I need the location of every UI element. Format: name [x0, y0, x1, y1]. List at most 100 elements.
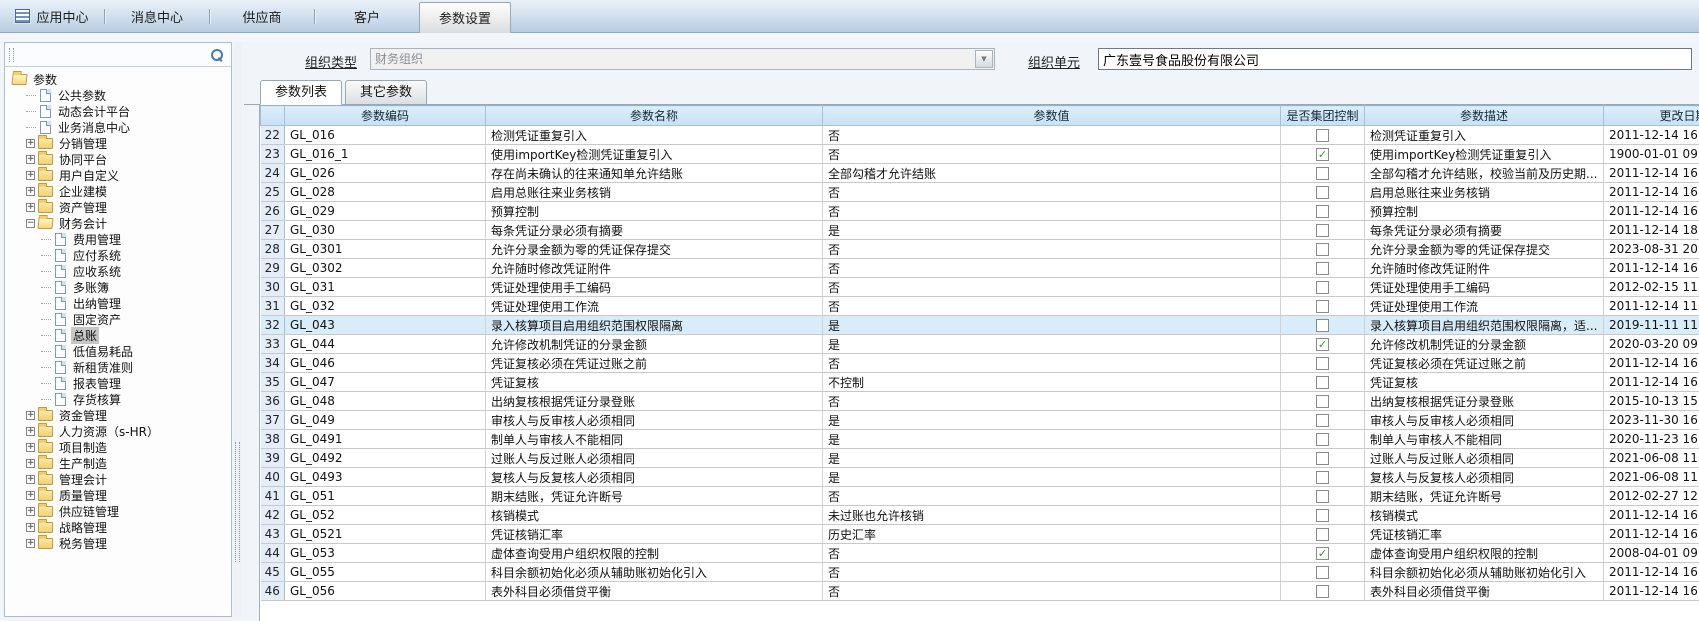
table-row[interactable]: 22GL_016检测凭证重复引入否检测凭证重复引入2011-12-14 16:3… [261, 126, 1699, 145]
tree-item-费用管理[interactable]: 费用管理 [5, 231, 231, 247]
expand-plus-icon[interactable]: + [26, 427, 35, 436]
tree-item-多账簿[interactable]: 多账簿 [5, 279, 231, 295]
table-row[interactable]: 28GL_0301允许分录金额为零的凭证保存提交否允许分录金额为零的凭证保存提交… [261, 240, 1699, 259]
tree-item-协同平台[interactable]: +协同平台 [5, 151, 231, 167]
expand-plus-icon[interactable]: + [26, 203, 35, 212]
checkbox-unchecked-icon[interactable] [1316, 281, 1329, 294]
top-tab-供应商[interactable]: 供应商 [210, 0, 314, 33]
tree-item-业务消息中心[interactable]: 业务消息中心 [5, 119, 231, 135]
table-row[interactable]: 27GL_030每条凭证分录必须有摘要是每条凭证分录必须有摘要2011-12-1… [261, 221, 1699, 240]
checkbox-unchecked-icon[interactable] [1316, 395, 1329, 408]
table-row[interactable]: 38GL_0491制单人与审核人不能相同是制单人与审核人不能相同2020-11-… [261, 430, 1699, 449]
table-row[interactable]: 45GL_055科目余额初始化必须从辅助账初始化引入否科目余额初始化必须从辅助账… [261, 563, 1699, 582]
tab-参数列表[interactable]: 参数列表 [260, 80, 342, 105]
table-row[interactable]: 26GL_029预算控制否预算控制2011-12-14 16:30 [261, 202, 1699, 221]
checkbox-unchecked-icon[interactable] [1316, 433, 1329, 446]
tree-item-税务管理[interactable]: +税务管理 [5, 535, 231, 551]
top-tab-消息中心[interactable]: 消息中心 [105, 0, 209, 33]
checkbox-unchecked-icon[interactable] [1316, 357, 1329, 370]
checkbox-unchecked-icon[interactable] [1316, 167, 1329, 180]
tree-item-资产管理[interactable]: +资产管理 [5, 199, 231, 215]
table-row[interactable]: 30GL_031凭证处理使用手工编码否凭证处理使用手工编码2012-02-15 … [261, 278, 1699, 297]
checkbox-unchecked-icon[interactable] [1316, 376, 1329, 389]
expand-plus-icon[interactable]: + [26, 491, 35, 500]
tree-item-总账[interactable]: 总账 [5, 327, 231, 343]
tree-item-战略管理[interactable]: +战略管理 [5, 519, 231, 535]
expand-plus-icon[interactable]: + [26, 443, 35, 452]
table-row[interactable]: 40GL_0493复核人与反复核人必须相同是复核人与反复核人必须相同2021-0… [261, 468, 1699, 487]
table-row[interactable]: 35GL_047凭证复核不控制凭证复核2011-12-14 16:30 [261, 373, 1699, 392]
org-type-combo[interactable]: 财务组织 ▼ [370, 48, 995, 70]
top-tab-应用中心[interactable]: 应用中心 [0, 0, 104, 33]
checkbox-checked-icon[interactable] [1316, 148, 1329, 161]
expand-plus-icon[interactable]: + [26, 507, 35, 516]
search-grip-handle[interactable] [9, 48, 14, 62]
tree-item-新租赁准则[interactable]: 新租赁准则 [5, 359, 231, 375]
search-icon[interactable] [211, 49, 223, 61]
expand-plus-icon[interactable]: + [26, 523, 35, 532]
expand-plus-icon[interactable]: + [26, 187, 35, 196]
column-header-参数描述[interactable]: 参数描述 [1365, 106, 1604, 126]
checkbox-unchecked-icon[interactable] [1316, 585, 1329, 598]
top-tab-参数设置[interactable]: 参数设置 [419, 2, 511, 33]
column-header-是否集团控制[interactable]: 是否集团控制 [1281, 106, 1365, 126]
expand-plus-icon[interactable]: + [26, 411, 35, 420]
tree-item-企业建模[interactable]: +企业建模 [5, 183, 231, 199]
expand-plus-icon[interactable]: + [26, 155, 35, 164]
expand-plus-icon[interactable]: + [26, 475, 35, 484]
checkbox-checked-icon[interactable] [1316, 547, 1329, 560]
checkbox-unchecked-icon[interactable] [1316, 509, 1329, 522]
collapse-minus-icon[interactable]: − [26, 219, 35, 228]
table-row[interactable]: 29GL_0302允许随时修改凭证附件否允许随时修改凭证附件2011-12-14… [261, 259, 1699, 278]
table-row[interactable]: 44GL_053虚体查询受用户组织权限的控制否虚体查询受用户组织权限的控制200… [261, 544, 1699, 563]
tree-item-动态会计平台[interactable]: 动态会计平台 [5, 103, 231, 119]
checkbox-unchecked-icon[interactable] [1316, 490, 1329, 503]
checkbox-unchecked-icon[interactable] [1316, 243, 1329, 256]
column-header-参数值[interactable]: 参数值 [823, 106, 1281, 126]
tree-item-分销管理[interactable]: +分销管理 [5, 135, 231, 151]
tree-item-存货核算[interactable]: 存货核算 [5, 391, 231, 407]
splitter-grip[interactable] [235, 442, 240, 562]
tree-item-人力资源（s-HR）[interactable]: +人力资源（s-HR） [5, 423, 231, 439]
panel-splitter[interactable] [234, 42, 242, 617]
chevron-down-icon[interactable]: ▼ [975, 50, 993, 68]
search-input[interactable] [17, 46, 211, 64]
column-header-参数名称[interactable]: 参数名称 [486, 106, 823, 126]
tree-item-报表管理[interactable]: 报表管理 [5, 375, 231, 391]
table-row[interactable]: 34GL_046凭证复核必须在凭证过账之前否凭证复核必须在凭证过账之前2011-… [261, 354, 1699, 373]
checkbox-unchecked-icon[interactable] [1316, 566, 1329, 579]
table-row[interactable]: 36GL_048出纳复核根据凭证分录登账否出纳复核根据凭证分录登账2015-10… [261, 392, 1699, 411]
table-row[interactable]: 41GL_051期末结账，凭证允许断号否期末结账，凭证允许断号2012-02-2… [261, 487, 1699, 506]
table-row[interactable]: 25GL_028启用总账往来业务核销否启用总账往来业务核销2011-12-14 … [261, 183, 1699, 202]
column-header-更改日期[interactable]: 更改日期 [1604, 106, 1699, 126]
expand-plus-icon[interactable]: + [26, 459, 35, 468]
top-tab-客户[interactable]: 客户 [315, 0, 419, 33]
tree-item-质量管理[interactable]: +质量管理 [5, 487, 231, 503]
checkbox-unchecked-icon[interactable] [1316, 186, 1329, 199]
checkbox-unchecked-icon[interactable] [1316, 205, 1329, 218]
checkbox-unchecked-icon[interactable] [1316, 319, 1329, 332]
tree-item-低值易耗品[interactable]: 低值易耗品 [5, 343, 231, 359]
table-row[interactable]: 32GL_043录入核算项目启用组织范围权限隔离是录入核算项目启用组织范围权限隔… [261, 316, 1699, 335]
tree-item-应付系统[interactable]: 应付系统 [5, 247, 231, 263]
table-row[interactable]: 42GL_052核销模式未过账也允许核销核销模式2011-12-14 16:30 [261, 506, 1699, 525]
table-row[interactable]: 33GL_044允许修改机制凭证的分录金额是允许修改机制凭证的分录金额2020-… [261, 335, 1699, 354]
tab-其它参数[interactable]: 其它参数 [345, 80, 427, 105]
table-row[interactable]: 46GL_056表外科目必须借贷平衡否表外科目必须借贷平衡2011-12-14 … [261, 582, 1699, 601]
tree-item-资金管理[interactable]: +资金管理 [5, 407, 231, 423]
checkbox-unchecked-icon[interactable] [1316, 129, 1329, 142]
column-header-参数编码[interactable]: 参数编码 [285, 106, 486, 126]
checkbox-unchecked-icon[interactable] [1316, 471, 1329, 484]
tree-item-公共参数[interactable]: 公共参数 [5, 87, 231, 103]
checkbox-unchecked-icon[interactable] [1316, 452, 1329, 465]
tree-item-出纳管理[interactable]: 出纳管理 [5, 295, 231, 311]
tree-item-固定资产[interactable]: 固定资产 [5, 311, 231, 327]
table-row[interactable]: 31GL_032凭证处理使用工作流否凭证处理使用工作流2011-12-14 11… [261, 297, 1699, 316]
tree-item-项目制造[interactable]: +项目制造 [5, 439, 231, 455]
table-row[interactable]: 37GL_049审核人与反审核人必须相同是审核人与反审核人必须相同2023-11… [261, 411, 1699, 430]
table-row[interactable]: 39GL_0492过账人与反过账人必须相同是过账人与反过账人必须相同2021-0… [261, 449, 1699, 468]
checkbox-checked-icon[interactable] [1316, 338, 1329, 351]
tree-item-应收系统[interactable]: 应收系统 [5, 263, 231, 279]
tree-item-生产制造[interactable]: +生产制造 [5, 455, 231, 471]
column-header-rownum[interactable] [261, 106, 285, 126]
